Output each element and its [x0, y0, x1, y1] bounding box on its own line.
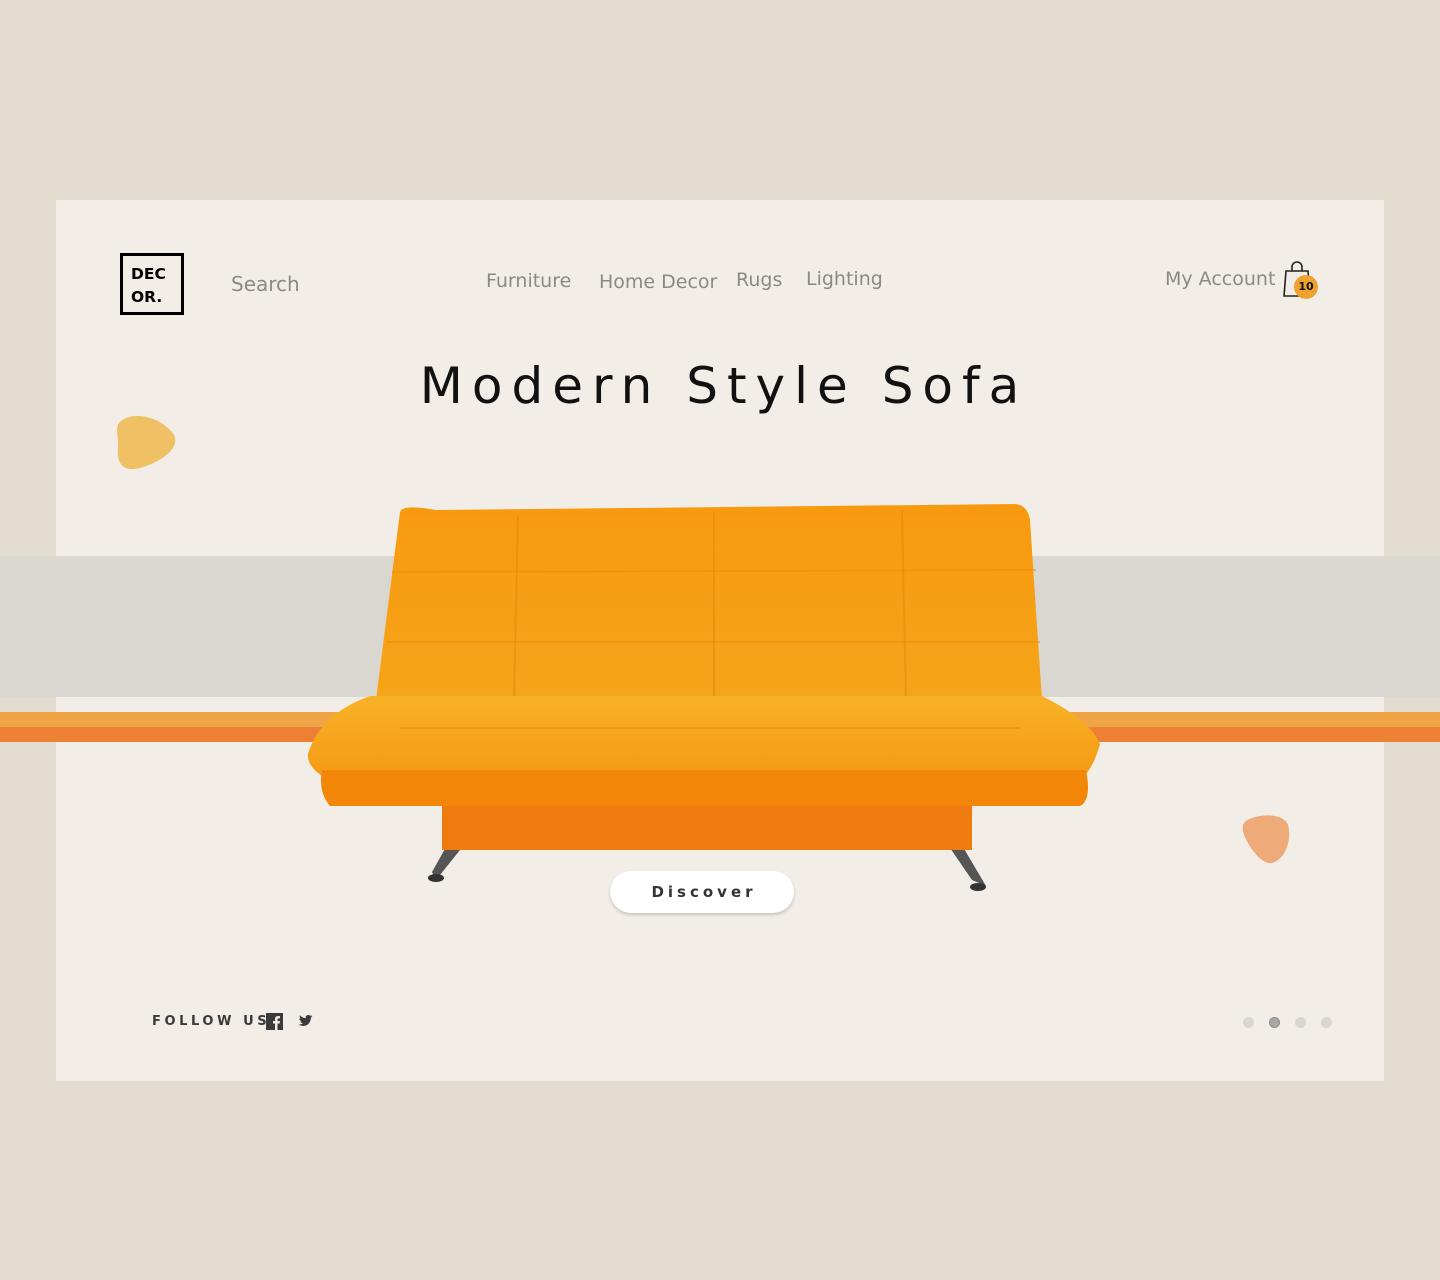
discover-button[interactable]: Discover	[610, 871, 794, 913]
carousel-dot-4[interactable]	[1321, 1017, 1332, 1028]
logo-line-1: DEC	[131, 265, 166, 283]
nav-item-rugs[interactable]: Rugs	[736, 269, 782, 291]
facebook-icon[interactable]	[266, 1013, 283, 1030]
hero-title: Modern Style Sofa	[419, 357, 1029, 415]
sofa-image	[307, 504, 1101, 891]
cart-count-badge: 10	[1294, 275, 1318, 299]
cart-button[interactable]: 10	[1282, 259, 1322, 301]
carousel-dot-2[interactable]	[1269, 1017, 1280, 1028]
follow-us-label: FOLLOW US	[152, 1014, 271, 1029]
nav-item-furniture[interactable]: Furniture	[486, 270, 571, 292]
decor-blob-yellow	[116, 416, 176, 470]
twitter-icon[interactable]	[296, 1013, 313, 1030]
nav-item-lighting[interactable]: Lighting	[806, 268, 883, 290]
brand-logo[interactable]: DEC OR.	[120, 253, 184, 315]
logo-line-2: OR.	[131, 288, 163, 306]
nav-item-home-decor[interactable]: Home Decor	[599, 271, 717, 293]
carousel-dot-3[interactable]	[1295, 1017, 1306, 1028]
carousel-dot-1[interactable]	[1243, 1017, 1254, 1028]
my-account-link[interactable]: My Account	[1165, 268, 1275, 290]
decor-blob-orange	[1242, 815, 1290, 864]
search-input[interactable]	[231, 272, 371, 296]
